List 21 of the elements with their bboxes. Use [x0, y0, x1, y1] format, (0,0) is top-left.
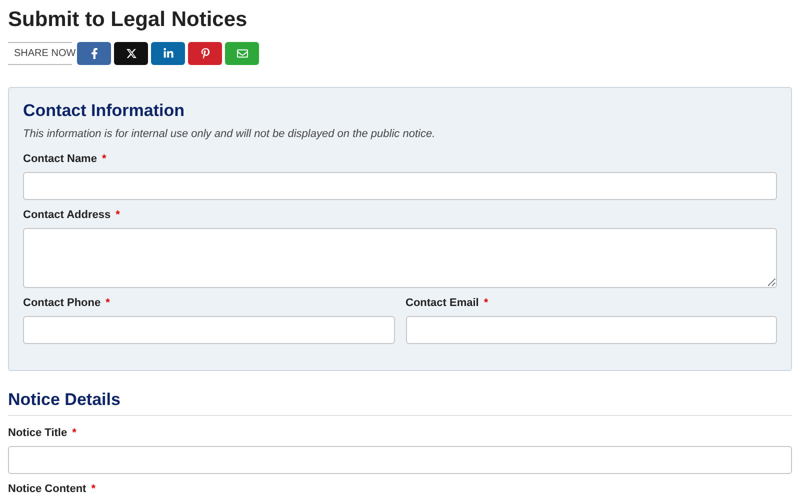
input-field[interactable]: [8, 446, 792, 474]
field-label: Contact Phone *: [23, 296, 111, 310]
x-icon: [126, 48, 136, 59]
input-field[interactable]: [23, 316, 394, 344]
share-button[interactable]: [114, 42, 148, 65]
mail-icon: [236, 48, 248, 59]
input-field[interactable]: [23, 172, 777, 200]
field-label: Contact Name *: [23, 152, 108, 166]
field-label: Notice Content *: [8, 482, 97, 496]
text-area[interactable]: [23, 228, 777, 288]
section-heading: Contact Information: [23, 100, 186, 122]
field-label: Notice Title *: [8, 426, 78, 440]
field-label: Contact Address *: [23, 208, 121, 222]
linkedin-icon: [162, 48, 174, 59]
input-field[interactable]: [406, 316, 777, 344]
section-heading: Notice Details: [8, 389, 792, 416]
field-label: Contact Email *: [406, 296, 490, 310]
section-note: This information is for internal use only and will not be displayed on the public notice.: [23, 128, 436, 140]
page-title: Submit to Legal Notices: [8, 7, 248, 33]
pinterest-icon: [200, 48, 210, 59]
facebook-icon: [88, 48, 100, 59]
